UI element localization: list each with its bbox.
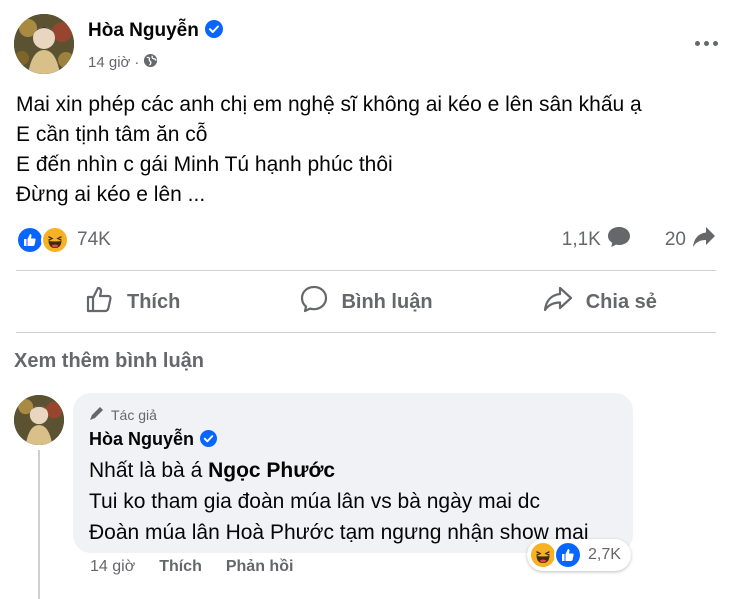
comment-text: Nhất là bà á Ngọc Phước Tui ko tham gia … xyxy=(89,455,589,548)
share-arrow-icon xyxy=(692,226,716,254)
comment-like-button[interactable]: Thích xyxy=(159,558,202,576)
post-text: Mai xin phép các anh chị em nghệ sĩ khôn… xyxy=(16,90,726,210)
comment-reaction-count: 2,7K xyxy=(588,546,621,563)
comment-actions: 14 giờ Thích Phản hồi xyxy=(90,558,293,576)
comment-reactions[interactable]: 2,7K xyxy=(527,539,631,571)
like-reaction-icon xyxy=(16,226,44,254)
post-meta: 14 giờ · xyxy=(88,53,158,72)
comment-bubble-icon xyxy=(607,226,631,254)
post-line: E cần tịnh tâm ăn cỗ xyxy=(16,123,208,146)
thumbs-up-icon xyxy=(85,284,115,320)
author-badge: Tác giả xyxy=(89,405,157,424)
divider xyxy=(16,332,716,333)
post-line: Mai xin phép các anh chị em nghệ sĩ khôn… xyxy=(16,93,642,116)
post-header: Hòa Nguyễn 14 giờ · xyxy=(14,14,726,76)
author-avatar[interactable] xyxy=(14,14,74,74)
post-actions: Thích Bình luận Chia sẻ xyxy=(16,276,716,328)
comment-count[interactable]: 1,1K xyxy=(562,229,601,251)
post-time[interactable]: 14 giờ xyxy=(88,54,130,71)
comment-author-avatar[interactable] xyxy=(14,395,64,445)
post-line: Đừng ai kéo e lên ... xyxy=(16,183,206,206)
post-line: E đến nhìn c gái Minh Tú hạnh phúc thôi xyxy=(16,153,393,176)
author-badge-label: Tác giả xyxy=(111,406,157,423)
haha-reaction-icon xyxy=(41,226,69,254)
author-name[interactable]: Hòa Nguyễn xyxy=(88,20,223,44)
comment-icon xyxy=(299,284,329,320)
comment-author-name[interactable]: Hòa Nguyễn xyxy=(89,429,218,452)
thread-line xyxy=(38,450,40,599)
comment-line: Tui ko tham gia đoàn múa lân vs bà ngày … xyxy=(89,490,540,513)
like-reaction-icon xyxy=(554,541,582,569)
verified-badge-icon xyxy=(204,20,223,44)
mention-link[interactable]: Ngọc Phước xyxy=(208,459,335,482)
comment-bubble: Tác giả Hòa Nguyễn Nhất là bà á Ngọc Phư… xyxy=(73,393,633,553)
reaction-count[interactable]: 74K xyxy=(77,229,111,251)
view-more-comments-link[interactable]: Xem thêm bình luận xyxy=(14,350,204,373)
haha-reaction-icon xyxy=(529,541,557,569)
post-stats: 74K 1,1K 20 xyxy=(16,224,716,256)
share-button[interactable]: Chia sẻ xyxy=(483,276,716,328)
divider xyxy=(16,270,716,271)
share-count[interactable]: 20 xyxy=(665,229,686,251)
verified-badge-icon xyxy=(200,430,218,452)
pen-icon xyxy=(89,405,105,424)
comment-line: Nhất là bà á Ngọc Phước xyxy=(89,459,336,482)
engagement-counts: 1,1K 20 xyxy=(562,226,716,254)
comment-time[interactable]: 14 giờ xyxy=(90,558,135,576)
comment-reply-button[interactable]: Phản hồi xyxy=(226,558,294,576)
more-options-button[interactable] xyxy=(686,28,726,58)
share-label: Chia sẻ xyxy=(585,290,657,313)
share-icon xyxy=(542,284,574,320)
comment-button[interactable]: Bình luận xyxy=(249,276,482,328)
like-button[interactable]: Thích xyxy=(16,276,249,328)
comment-line: Đoàn múa lân Hoà Phước tạm ngưng nhận sh… xyxy=(89,521,589,544)
globe-icon xyxy=(143,53,158,72)
comment-label: Bình luận xyxy=(341,290,433,313)
reactions-summary[interactable]: 74K xyxy=(16,226,111,254)
like-label: Thích xyxy=(126,290,181,313)
